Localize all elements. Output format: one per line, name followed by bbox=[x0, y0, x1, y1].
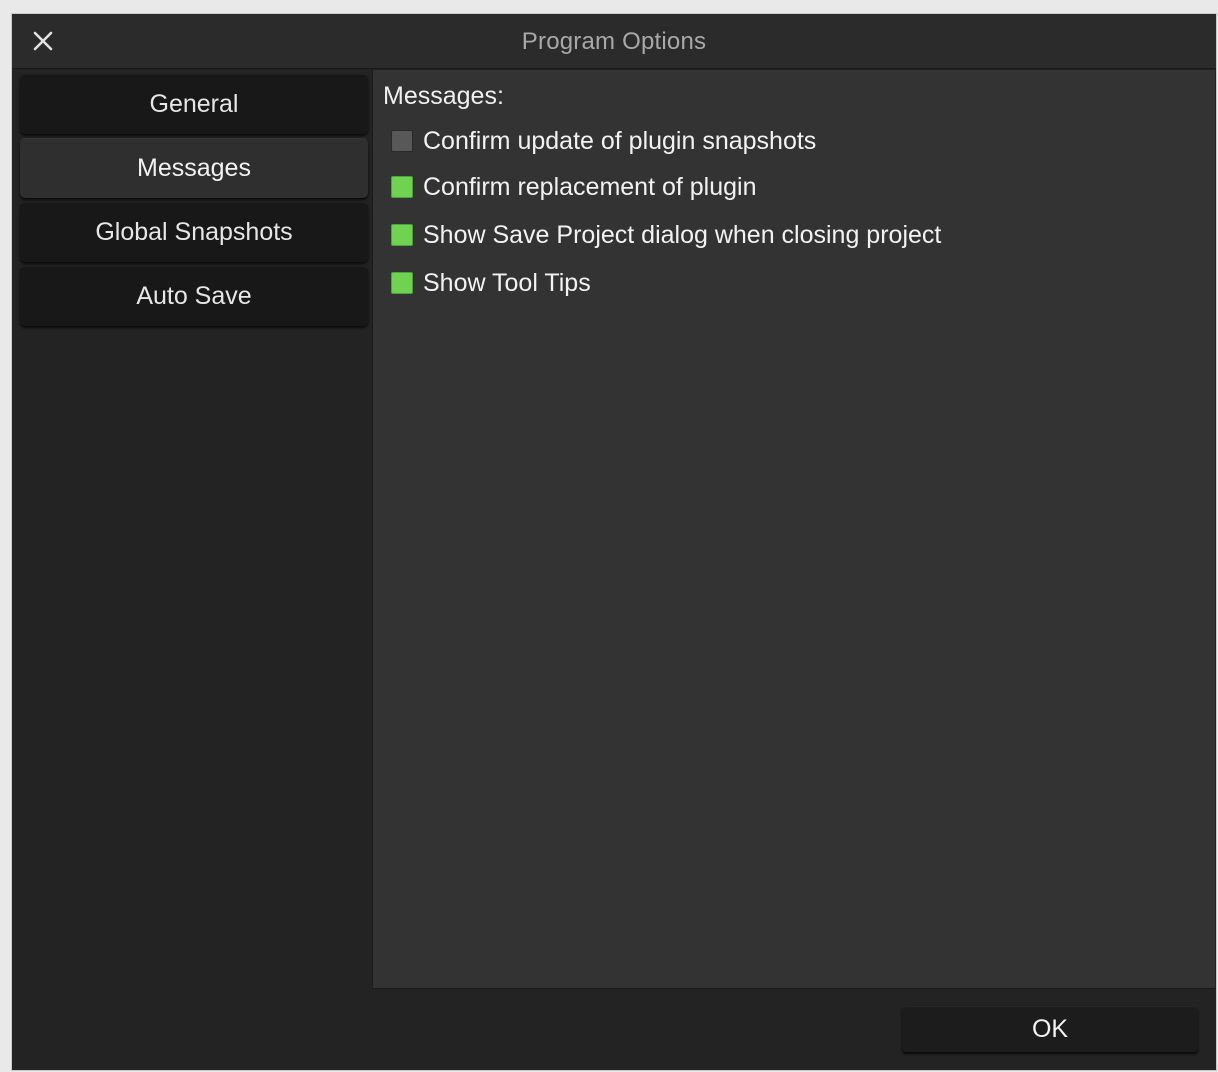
window-title: Program Options bbox=[521, 28, 707, 55]
checkbox[interactable] bbox=[391, 176, 413, 198]
checkbox[interactable] bbox=[391, 224, 413, 246]
checkbox[interactable] bbox=[391, 130, 413, 152]
options-sidebar: General Messages Global Snapshots Auto S… bbox=[20, 74, 370, 330]
dialog-footer: OK bbox=[12, 990, 1216, 1070]
option-label: Confirm replacement of plugin bbox=[423, 172, 757, 201]
sidebar-item-auto-save[interactable]: Auto Save bbox=[20, 266, 368, 326]
sidebar-item-global-snapshots[interactable]: Global Snapshots bbox=[20, 202, 368, 262]
option-confirm-update-snapshots[interactable]: Confirm update of plugin snapshots bbox=[391, 126, 816, 156]
ok-button[interactable]: OK bbox=[902, 1006, 1198, 1052]
sidebar-item-general[interactable]: General bbox=[20, 74, 368, 134]
option-label: Confirm update of plugin snapshots bbox=[423, 126, 817, 155]
option-label: Show Tool Tips bbox=[423, 268, 591, 297]
option-show-save-project-dialog[interactable]: Show Save Project dialog when closing pr… bbox=[391, 220, 941, 250]
option-confirm-replacement-plugin[interactable]: Confirm replacement of plugin bbox=[391, 172, 757, 202]
title-bar: Program Options bbox=[12, 14, 1216, 69]
program-options-dialog: Program Options General Messages Global … bbox=[12, 14, 1216, 1070]
checkbox[interactable] bbox=[391, 272, 413, 294]
option-label: Show Save Project dialog when closing pr… bbox=[423, 220, 942, 249]
messages-panel: Messages: Confirm update of plugin snaps… bbox=[372, 70, 1215, 989]
sidebar-item-messages[interactable]: Messages bbox=[20, 138, 368, 198]
option-show-tool-tips[interactable]: Show Tool Tips bbox=[391, 268, 591, 298]
messages-heading: Messages: bbox=[383, 82, 504, 110]
